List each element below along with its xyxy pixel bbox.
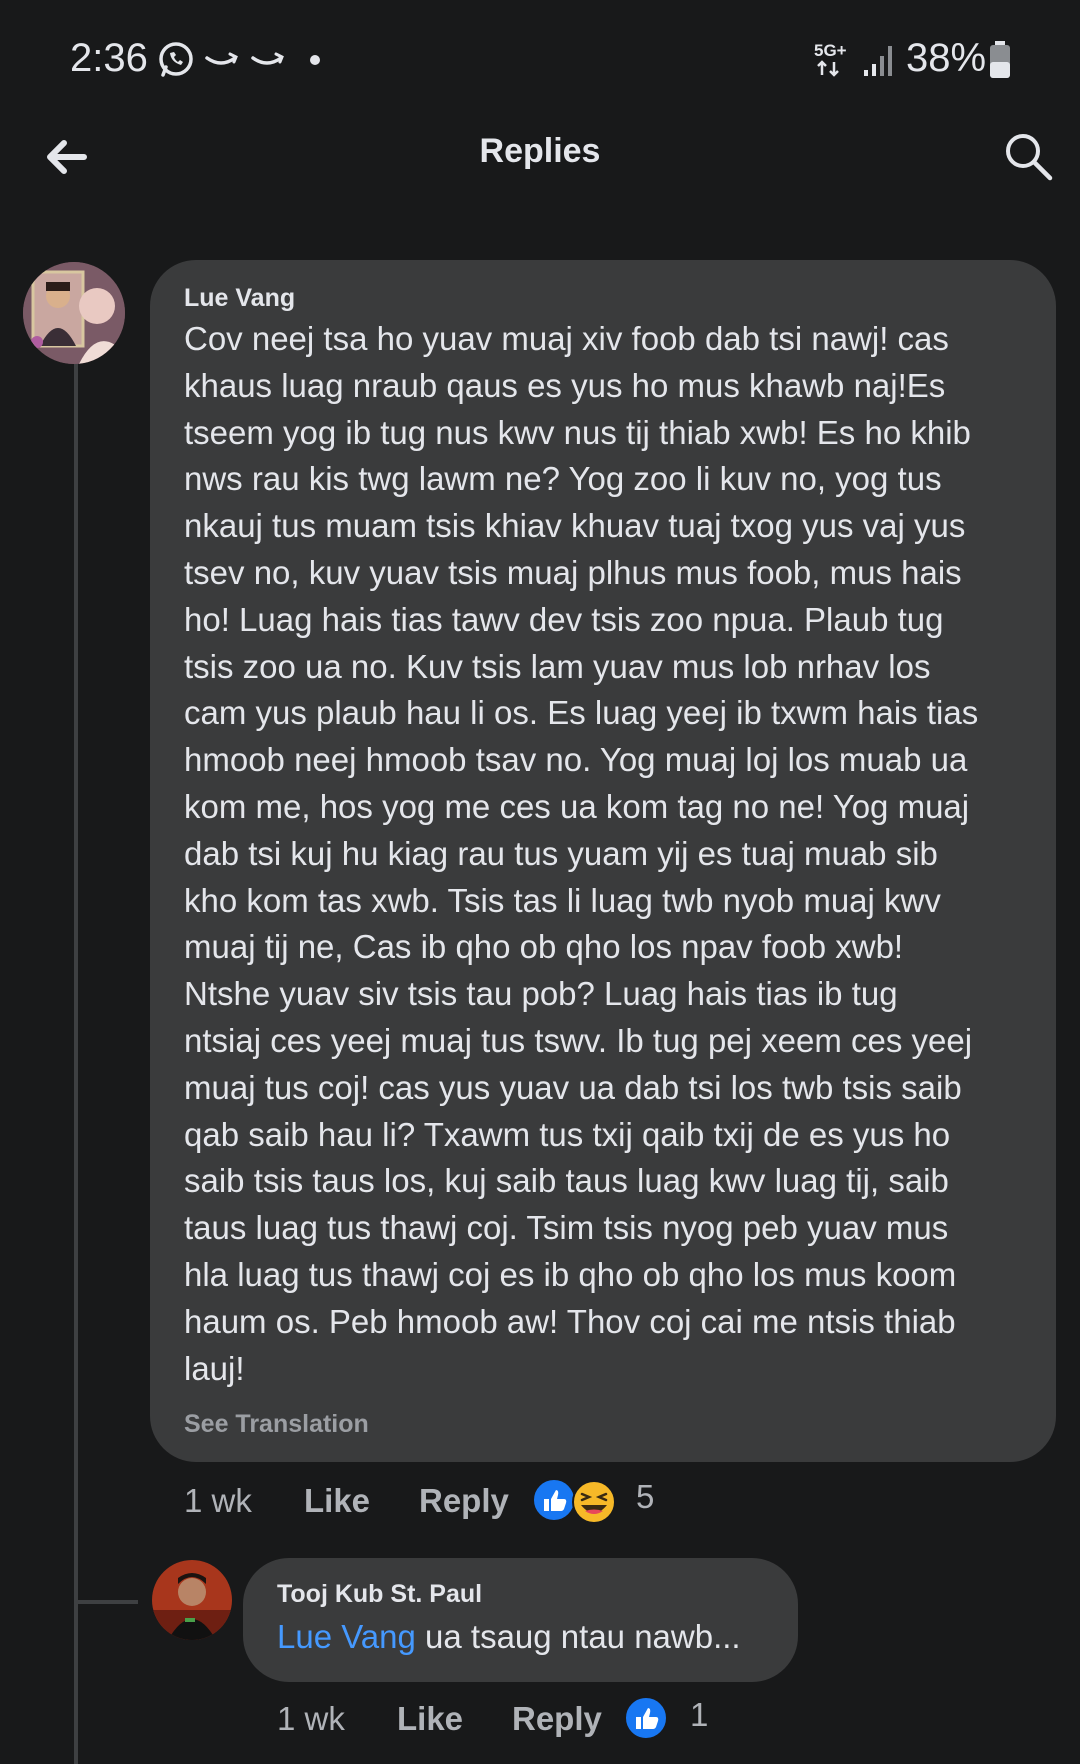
comment-line: nws rau kis twg lawm ne? Yog zoo li kuv … [184, 460, 942, 498]
search-icon[interactable] [1002, 130, 1054, 182]
reply-text: Lue Vang ua tsaug ntau nawb... [277, 1614, 741, 1661]
comment-line: nkauj tus muam tsis khiav khuav tuaj txo… [184, 507, 966, 545]
whatsapp-icon [159, 42, 193, 77]
status-time: 2:36 [70, 36, 148, 80]
reply-button[interactable]: Reply [512, 1700, 602, 1738]
comment-time: 1 wk [184, 1482, 252, 1519]
comment-line: ho! Luag hais tias tawv dev tsis zoo npu… [184, 600, 944, 638]
reaction-count[interactable]: 5 [636, 1478, 654, 1516]
amazon-icon [251, 52, 284, 65]
battery-percent: 38% [906, 36, 987, 80]
avatar[interactable] [152, 1560, 232, 1640]
comment-line: muaj tij ne, Cas ib qho ob qho los npav … [184, 928, 904, 966]
comment-line: lauj! [184, 1349, 245, 1387]
comment-line: tsis zoo ua no. Kuv tsis lam yuav mus lo… [184, 647, 931, 685]
amazon-icon [205, 52, 238, 65]
comment-line: dab tsi kuj hu kiag rau tus yuam yij es … [184, 834, 938, 872]
like-reaction-icon [624, 1696, 668, 1740]
reply-body: ua tsaug ntau nawb... [415, 1618, 741, 1655]
avatar-image [152, 1560, 232, 1640]
reply-button[interactable]: Reply [419, 1482, 509, 1520]
comment-text: Cov neej tsa ho yuav muaj xiv foob dab t… [184, 316, 978, 1392]
dot-icon [310, 55, 320, 65]
thread-connector [78, 1600, 138, 1604]
battery-icon [990, 41, 1010, 78]
page-title: Replies [479, 132, 601, 170]
network-label: 5G+ [814, 41, 847, 60]
comment-line: tseem yog ib tug nus kwv nus tij thiab x… [184, 413, 971, 451]
comment-line: muaj tus coj! cas yus yuav ua dab tsi lo… [184, 1068, 962, 1106]
comment-line: kho kom tas xwb. Tsis tas li luag twb ny… [184, 881, 941, 919]
app-header: Replies [0, 110, 1080, 220]
like-reaction-icon [532, 1478, 576, 1522]
comment-line: ntsiaj ces yeej muaj tus tswv. Ib tug pe… [184, 1021, 973, 1059]
comment-line: tsev no, kuv yuav tsis muaj plhus mus fo… [184, 553, 962, 591]
thread-line [74, 360, 78, 1764]
reaction-summary[interactable] [532, 1478, 628, 1531]
like-button[interactable]: Like [397, 1700, 463, 1738]
reaction-count[interactable]: 1 [690, 1696, 708, 1734]
reactions-icons [532, 1478, 616, 1524]
avatar-image [23, 262, 125, 364]
comment-line: Cov neej tsa ho yuav muaj xiv foob dab t… [184, 320, 949, 357]
comment-author[interactable]: Lue Vang [184, 284, 295, 313]
network-5g-icon: 5G+ [814, 41, 847, 77]
avatar[interactable] [23, 262, 125, 364]
comment-line: haum os. Peb hmoob aw! Thov coj cai me n… [184, 1302, 956, 1340]
reaction-summary[interactable] [624, 1696, 670, 1747]
signal-icon [864, 46, 892, 76]
comment-line: hmoob neej hmoob tsav no. Yog muaj loj l… [184, 741, 968, 779]
comment-line: khaus luag nraub qaus es yus ho mus khaw… [184, 366, 946, 404]
comment-line: kom me, hos yog me ces ua kom tag no ne!… [184, 787, 970, 825]
comment-line: hla luag tus thawj coj es ib qho ob qho … [184, 1255, 957, 1293]
like-button[interactable]: Like [304, 1482, 370, 1520]
reply-time: 1 wk [277, 1700, 345, 1737]
haha-reaction-icon [572, 1480, 616, 1524]
comment-line: Ntshe yuav siv tsis tau pob? Luag hais t… [184, 975, 898, 1013]
status-bar: 2:36 5G+ 38% [0, 0, 1080, 110]
comment-line: saib tsis taus los, kuj saib taus luag k… [184, 1162, 949, 1200]
comment-line: qab saib hau li? Txawm tus txij qaib txi… [184, 1115, 951, 1153]
mention-link[interactable]: Lue Vang [277, 1618, 416, 1655]
reply-author[interactable]: Tooj Kub St. Paul [277, 1580, 482, 1609]
see-translation-link[interactable]: See Translation [184, 1410, 369, 1439]
comment-line: cam yus plaub hau li os. Es luag yeej ib… [184, 694, 979, 732]
comment-line: taus luag tus thawj coj. Tsim tsis nyog … [184, 1209, 949, 1247]
